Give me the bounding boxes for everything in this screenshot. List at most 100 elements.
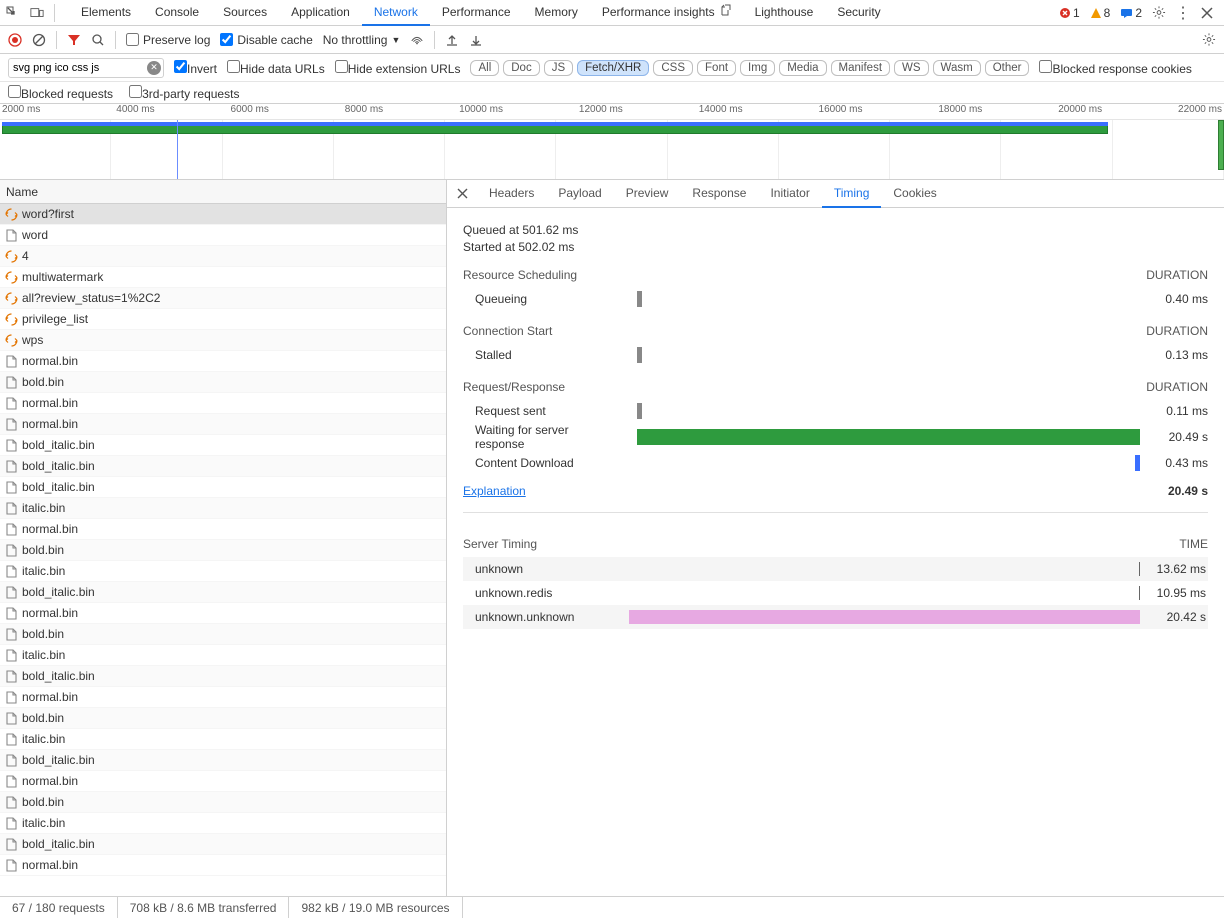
chip-doc[interactable]: Doc: [503, 60, 539, 76]
request-row[interactable]: multiwatermark: [0, 267, 446, 288]
explanation-link[interactable]: Explanation: [463, 484, 526, 498]
request-row[interactable]: wps: [0, 330, 446, 351]
request-row[interactable]: all?review_status=1%2C2: [0, 288, 446, 309]
request-row[interactable]: bold_italic.bin: [0, 477, 446, 498]
column-header-name[interactable]: Name: [0, 180, 446, 204]
detail-tab-initiator[interactable]: Initiator: [758, 180, 821, 208]
filter-input[interactable]: [8, 58, 164, 78]
detail-tab-preview[interactable]: Preview: [614, 180, 681, 208]
divider: [56, 31, 57, 49]
chip-media[interactable]: Media: [779, 60, 826, 76]
request-row[interactable]: normal.bin: [0, 414, 446, 435]
request-row[interactable]: bold.bin: [0, 792, 446, 813]
request-row[interactable]: italic.bin: [0, 729, 446, 750]
error-count[interactable]: 1: [1059, 6, 1080, 20]
request-row[interactable]: italic.bin: [0, 813, 446, 834]
chip-js[interactable]: JS: [544, 60, 573, 76]
request-row[interactable]: normal.bin: [0, 351, 446, 372]
close-detail-icon[interactable]: [453, 185, 471, 203]
request-row[interactable]: bold_italic.bin: [0, 582, 446, 603]
detail-tab-payload[interactable]: Payload: [546, 180, 613, 208]
tab-performance[interactable]: Performance: [430, 0, 523, 26]
detail-tab-headers[interactable]: Headers: [477, 180, 546, 208]
duration-label: DURATION: [1146, 324, 1208, 338]
request-row[interactable]: normal.bin: [0, 393, 446, 414]
request-row[interactable]: italic.bin: [0, 645, 446, 666]
more-icon[interactable]: ⋮: [1176, 6, 1190, 20]
chip-fetch-xhr[interactable]: Fetch/XHR: [577, 60, 649, 76]
overview-scrollbar[interactable]: [1218, 120, 1224, 170]
tab-elements[interactable]: Elements: [69, 0, 143, 26]
request-row[interactable]: bold.bin: [0, 624, 446, 645]
request-row[interactable]: italic.bin: [0, 561, 446, 582]
request-name: bold_italic.bin: [22, 753, 95, 767]
detail-tab-response[interactable]: Response: [680, 180, 758, 208]
export-icon[interactable]: [469, 33, 483, 47]
blocked-requests-checkbox[interactable]: Blocked requests: [8, 85, 113, 101]
inspect-icon[interactable]: [6, 6, 20, 20]
tab-sources[interactable]: Sources: [211, 0, 279, 26]
chip-wasm[interactable]: Wasm: [933, 60, 981, 76]
tab-network[interactable]: Network: [362, 0, 430, 26]
disable-cache-checkbox[interactable]: Disable cache: [220, 33, 312, 47]
blocked-cookies-checkbox[interactable]: Blocked response cookies: [1039, 60, 1191, 76]
request-row[interactable]: bold_italic.bin: [0, 435, 446, 456]
chip-ws[interactable]: WS: [894, 60, 929, 76]
warning-count[interactable]: 8: [1090, 6, 1111, 20]
tab-performance-insights[interactable]: Performance insights: [590, 0, 743, 26]
request-row[interactable]: bold_italic.bin: [0, 456, 446, 477]
hide-data-urls-checkbox[interactable]: Hide data URLs: [227, 60, 325, 76]
record-icon[interactable]: [8, 33, 22, 47]
clear-filter-icon[interactable]: ✕: [147, 61, 161, 75]
request-row[interactable]: normal.bin: [0, 771, 446, 792]
timeline-overview[interactable]: [0, 120, 1224, 180]
throttling-select[interactable]: No throttling ▼: [323, 33, 401, 47]
request-row[interactable]: bold.bin: [0, 372, 446, 393]
search-icon[interactable]: [91, 33, 105, 47]
tab-security[interactable]: Security: [825, 0, 892, 26]
request-row[interactable]: bold_italic.bin: [0, 834, 446, 855]
request-row[interactable]: italic.bin: [0, 498, 446, 519]
request-name: italic.bin: [22, 501, 65, 515]
settings-icon[interactable]: [1202, 33, 1216, 47]
request-row[interactable]: bold_italic.bin: [0, 666, 446, 687]
tab-application[interactable]: Application: [279, 0, 362, 26]
device-toolbar-icon[interactable]: [30, 6, 44, 20]
request-row[interactable]: normal.bin: [0, 855, 446, 876]
chip-font[interactable]: Font: [697, 60, 736, 76]
message-count[interactable]: 2: [1120, 6, 1142, 20]
clear-icon[interactable]: [32, 33, 46, 47]
request-row[interactable]: bold_italic.bin: [0, 750, 446, 771]
chip-all[interactable]: All: [470, 60, 499, 76]
request-row[interactable]: word: [0, 225, 446, 246]
request-row[interactable]: normal.bin: [0, 603, 446, 624]
settings-icon[interactable]: [1152, 6, 1166, 20]
request-row[interactable]: bold.bin: [0, 708, 446, 729]
third-party-checkbox[interactable]: 3rd-party requests: [129, 85, 239, 101]
request-row[interactable]: privilege_list: [0, 309, 446, 330]
chip-manifest[interactable]: Manifest: [831, 60, 890, 76]
file-icon: [4, 711, 18, 725]
tab-lighthouse[interactable]: Lighthouse: [743, 0, 826, 26]
network-conditions-icon[interactable]: [410, 33, 424, 47]
chip-other[interactable]: Other: [985, 60, 1030, 76]
detail-tab-timing[interactable]: Timing: [822, 180, 882, 208]
filter-icon[interactable]: [67, 33, 81, 47]
request-row[interactable]: word?first: [0, 204, 446, 225]
preserve-log-checkbox[interactable]: Preserve log: [126, 33, 210, 47]
chip-css[interactable]: CSS: [653, 60, 693, 76]
chip-img[interactable]: Img: [740, 60, 775, 76]
request-name: bold.bin: [22, 711, 64, 725]
request-row[interactable]: bold.bin: [0, 540, 446, 561]
request-row[interactable]: normal.bin: [0, 687, 446, 708]
import-icon[interactable]: [445, 33, 459, 47]
tab-console[interactable]: Console: [143, 0, 211, 26]
request-row[interactable]: 4: [0, 246, 446, 267]
detail-tab-cookies[interactable]: Cookies: [881, 180, 948, 208]
hide-extension-urls-checkbox[interactable]: Hide extension URLs: [335, 60, 461, 76]
request-list[interactable]: word?firstword4multiwatermarkall?review_…: [0, 204, 446, 896]
invert-checkbox[interactable]: Invert: [174, 60, 217, 76]
request-row[interactable]: normal.bin: [0, 519, 446, 540]
close-icon[interactable]: [1200, 6, 1214, 20]
tab-memory[interactable]: Memory: [523, 0, 590, 26]
